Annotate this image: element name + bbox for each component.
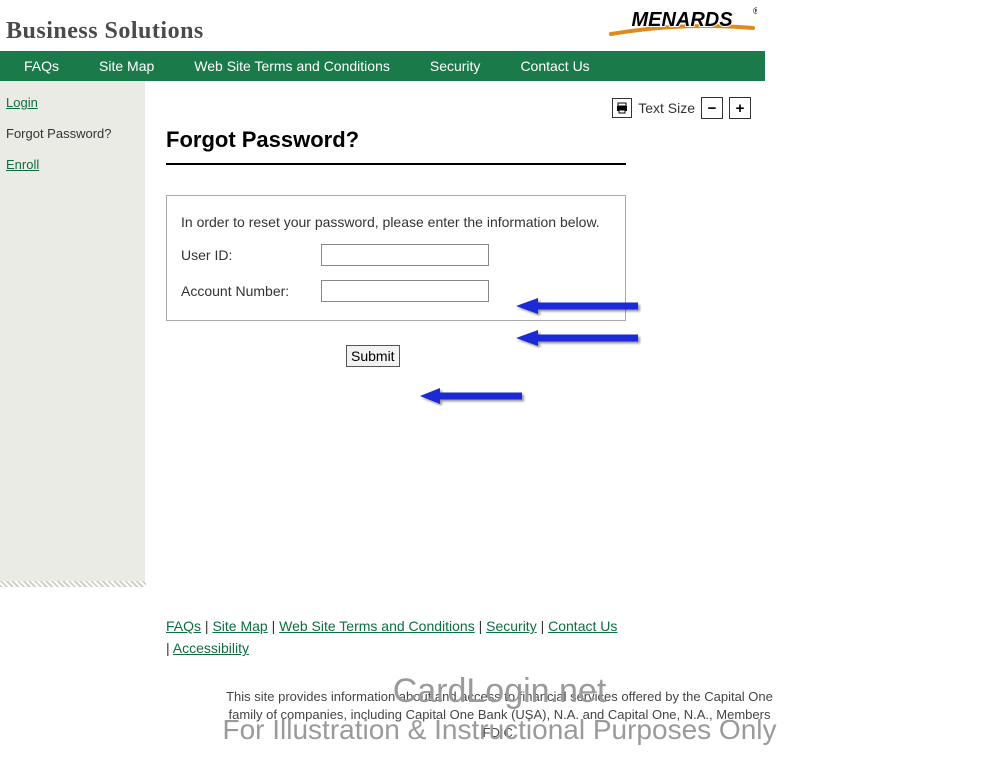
text-size-plus-button[interactable]: +	[729, 97, 751, 119]
nav-faqs[interactable]: FAQs	[4, 51, 79, 81]
page-heading: Forgot Password?	[166, 127, 755, 153]
forgot-password-form: In order to reset your password, please …	[166, 195, 626, 321]
nav-contact[interactable]: Contact Us	[500, 51, 609, 81]
nav-sitemap[interactable]: Site Map	[79, 51, 174, 81]
footer-security[interactable]: Security	[486, 618, 537, 634]
text-size-minus-button[interactable]: −	[701, 97, 723, 119]
account-number-input[interactable]	[321, 280, 489, 302]
footer-accessibility[interactable]: Accessibility	[173, 640, 249, 656]
legal-disclaimer: This site provides information about and…	[220, 688, 780, 743]
top-nav: FAQs Site Map Web Site Terms and Conditi…	[0, 51, 765, 81]
header: Business Solutions MENARDS ®	[0, 0, 765, 51]
footer-links: FAQs | Site Map | Web Site Terms and Con…	[166, 587, 726, 660]
brand-logo: MENARDS ®	[607, 4, 765, 45]
sidebar-login[interactable]: Login	[6, 95, 139, 110]
sidebar: Login Forgot Password? Enroll	[0, 81, 146, 581]
user-id-label: User ID:	[181, 247, 321, 263]
print-icon[interactable]	[612, 98, 632, 118]
footer-sitemap[interactable]: Site Map	[212, 618, 267, 634]
sidebar-forgot-current: Forgot Password?	[6, 126, 139, 141]
account-number-label: Account Number:	[181, 283, 321, 299]
nav-security[interactable]: Security	[410, 51, 501, 81]
footer-terms[interactable]: Web Site Terms and Conditions	[279, 618, 475, 634]
footer-faqs[interactable]: FAQs	[166, 618, 201, 634]
user-id-input[interactable]	[321, 244, 489, 266]
text-size-toolbar: Text Size − +	[166, 97, 755, 119]
main-panel: Text Size − + Forgot Password? In order …	[146, 81, 765, 367]
submit-button[interactable]: Submit	[346, 345, 400, 367]
sidebar-enroll[interactable]: Enroll	[6, 157, 139, 172]
form-intro: In order to reset your password, please …	[181, 214, 611, 230]
sidebar-divider	[0, 581, 146, 587]
nav-terms[interactable]: Web Site Terms and Conditions	[174, 51, 410, 81]
logo-text: MENARDS	[631, 9, 733, 31]
svg-text:®: ®	[753, 6, 757, 16]
heading-rule	[166, 163, 626, 165]
text-size-label: Text Size	[638, 100, 695, 116]
footer-contact[interactable]: Contact Us	[548, 618, 617, 634]
site-title: Business Solutions	[6, 18, 204, 45]
